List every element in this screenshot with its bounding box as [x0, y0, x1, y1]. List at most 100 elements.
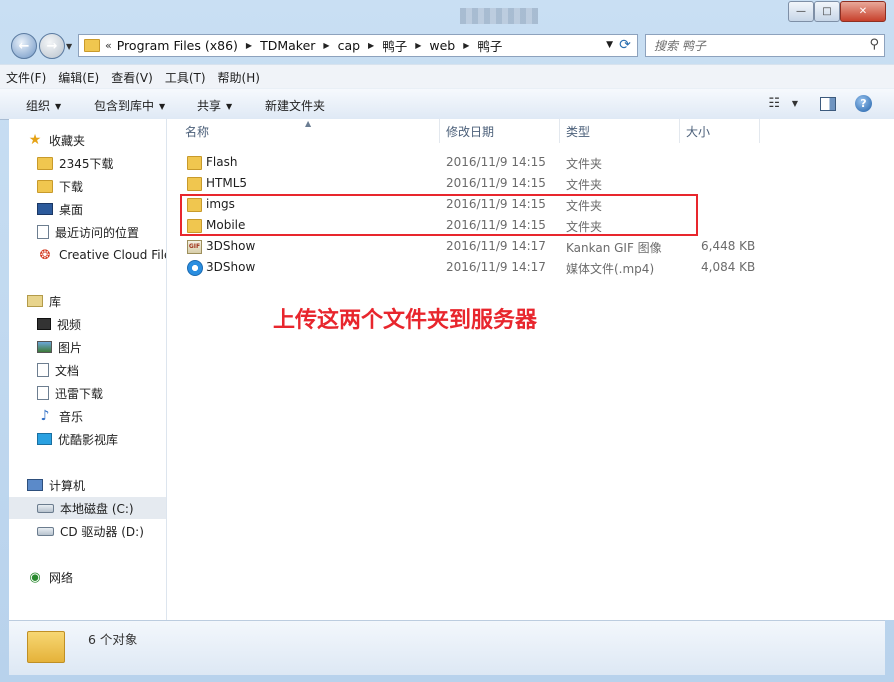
breadcrumb-separator-icon[interactable]: ▶ — [246, 41, 252, 50]
file-date: 2016/11/9 14:15 — [446, 155, 546, 169]
forward-button[interactable]: → — [39, 33, 65, 59]
nav-item-downloads-label: 下载 — [59, 179, 84, 194]
help-icon[interactable]: ? — [855, 95, 872, 112]
nav-favorites[interactable]: ★ 收藏夹 — [27, 129, 166, 151]
column-header-type[interactable]: 类型 — [566, 119, 590, 143]
column-divider[interactable] — [439, 119, 440, 143]
nav-item-cd-drive-d[interactable]: CD 驱动器 (D:) — [37, 520, 166, 542]
breadcrumb-tdmaker[interactable]: TDMaker — [260, 38, 315, 53]
menu-edit[interactable]: 编辑(E) — [58, 69, 99, 86]
nav-item-pictures[interactable]: 图片 — [37, 336, 166, 358]
nav-libraries[interactable]: 库 — [27, 290, 166, 312]
nav-item-recent-places[interactable]: 最近访问的位置 — [37, 221, 166, 243]
column-divider[interactable] — [559, 119, 560, 143]
nav-network[interactable]: ◉ 网络 — [27, 566, 166, 588]
file-date: 2016/11/9 14:17 — [446, 239, 546, 253]
file-name: Flash — [206, 155, 238, 169]
nav-item-creative-cloud-label: Creative Cloud Files — [59, 248, 167, 262]
desktop-icon — [37, 203, 53, 215]
recent-places-icon — [37, 225, 49, 239]
nav-item-2345-download[interactable]: 2345下载 — [37, 152, 166, 174]
breadcrumb-yazi-current[interactable]: 鸭子 — [477, 36, 502, 55]
network-icon: ◉ — [29, 569, 41, 585]
title-bar[interactable]: — □ ✕ — [0, 0, 894, 30]
recent-pages-dropdown[interactable]: ▼ — [66, 42, 72, 51]
nav-item-videos-label: 视频 — [57, 317, 82, 332]
view-options-icon[interactable]: ☷ — [768, 96, 780, 111]
annotation-highlight-box — [180, 194, 698, 236]
column-header-date[interactable]: 修改日期 — [446, 119, 494, 143]
menu-tools[interactable]: 工具(T) — [165, 69, 206, 86]
file-row-3dshow-mp4[interactable]: 3DShow 2016/11/9 14:17 媒体文件(.mp4) 4,084 … — [181, 257, 781, 278]
back-button[interactable]: ← — [11, 33, 37, 59]
nav-item-creative-cloud[interactable]: ❂ Creative Cloud Files — [37, 244, 167, 266]
nav-item-youku[interactable]: 优酷影视库 — [37, 428, 166, 450]
file-name: 3DShow — [206, 239, 256, 253]
breadcrumb-separator-icon[interactable]: ▶ — [368, 41, 374, 50]
annotation-text: 上传这两个文件夹到服务器 — [273, 307, 538, 333]
file-row-html5[interactable]: HTML5 2016/11/9 14:15 文件夹 — [181, 173, 781, 194]
nav-item-cd-drive-d-label: CD 驱动器 (D:) — [60, 524, 144, 539]
nav-item-music-label: 音乐 — [59, 409, 84, 424]
file-row-3dshow-gif[interactable]: GIF 3DShow 2016/11/9 14:17 Kankan GIF 图像… — [181, 236, 781, 257]
breadcrumb-web[interactable]: web — [429, 38, 455, 53]
file-size: 6,448 KB — [701, 239, 756, 253]
search-icon[interactable]: ⚲ — [869, 37, 879, 52]
nav-item-xunlei[interactable]: 迅雷下载 — [37, 382, 166, 404]
new-folder-button[interactable]: 新建文件夹 — [265, 97, 325, 114]
nav-item-downloads[interactable]: 下载 — [37, 175, 166, 197]
organize-button[interactable]: 组织 ▼ — [26, 97, 61, 114]
close-button[interactable]: ✕ — [840, 1, 886, 22]
creative-cloud-icon: ❂ — [39, 247, 51, 263]
youku-icon — [37, 433, 52, 445]
file-type: Kankan GIF 图像 — [566, 241, 662, 255]
caption-buttons: — □ ✕ — [788, 1, 886, 22]
nav-item-videos[interactable]: 视频 — [37, 313, 166, 335]
column-divider[interactable] — [679, 119, 680, 143]
breadcrumb-program-files[interactable]: Program Files (x86) — [117, 38, 238, 53]
address-bar[interactable]: « Program Files (x86) ▶ TDMaker ▶ cap ▶ … — [78, 34, 638, 57]
nav-item-2345-download-label: 2345下载 — [59, 156, 114, 171]
file-row-flash[interactable]: Flash 2016/11/9 14:15 文件夹 — [181, 152, 781, 173]
search-box[interactable]: ⚲ — [645, 34, 885, 57]
address-dropdown-icon[interactable]: ▼ — [606, 40, 613, 50]
include-in-library-button[interactable]: 包含到库中 ▼ — [94, 97, 165, 114]
folder-icon — [84, 39, 100, 52]
column-divider[interactable] — [759, 119, 760, 143]
star-icon: ★ — [28, 132, 42, 148]
view-dropdown-icon[interactable]: ▼ — [792, 99, 798, 108]
preview-pane-icon[interactable] — [820, 97, 836, 111]
nav-item-documents[interactable]: 文档 — [37, 359, 166, 381]
breadcrumb-separator-icon[interactable]: ▶ — [463, 41, 469, 50]
file-date: 2016/11/9 14:17 — [446, 260, 546, 274]
column-header-size[interactable]: 大小 — [686, 119, 710, 143]
maximize-button[interactable]: □ — [814, 1, 840, 22]
breadcrumb-yazi[interactable]: 鸭子 — [382, 36, 407, 55]
blurred-title — [460, 8, 538, 24]
nav-item-desktop[interactable]: 桌面 — [37, 198, 166, 220]
share-label: 共享 — [197, 99, 222, 113]
nav-item-local-disk-c[interactable]: 本地磁盘 (C:) — [9, 497, 166, 519]
command-bar: 组织 ▼ 包含到库中 ▼ 共享 ▼ 新建文件夹 ☷ ▼ ? — [0, 88, 894, 120]
share-button[interactable]: 共享 ▼ — [197, 97, 232, 114]
computer-icon — [27, 479, 43, 491]
overflow-chevron[interactable]: « — [105, 39, 112, 52]
refresh-icon[interactable]: ⟳ — [616, 37, 634, 53]
picture-icon — [37, 341, 52, 353]
search-input[interactable] — [652, 37, 856, 54]
menu-file[interactable]: 文件(F) — [6, 69, 46, 86]
breadcrumb-separator-icon[interactable]: ▶ — [323, 41, 329, 50]
menu-view[interactable]: 查看(V) — [111, 69, 153, 86]
minimize-button[interactable]: — — [788, 1, 814, 22]
nav-item-music[interactable]: ♪ 音乐 — [37, 405, 166, 427]
breadcrumb-cap[interactable]: cap — [338, 38, 360, 53]
file-type: 文件夹 — [566, 157, 603, 171]
column-header-name[interactable]: 名称 — [185, 119, 209, 143]
breadcrumb-separator-icon[interactable]: ▶ — [415, 41, 421, 50]
item-count: 6 个对象 — [88, 632, 138, 647]
folder-icon — [187, 156, 202, 170]
download-folder-icon — [37, 179, 53, 193]
nav-item-documents-label: 文档 — [55, 363, 80, 378]
nav-computer[interactable]: 计算机 — [27, 474, 166, 496]
menu-help[interactable]: 帮助(H) — [218, 69, 260, 86]
